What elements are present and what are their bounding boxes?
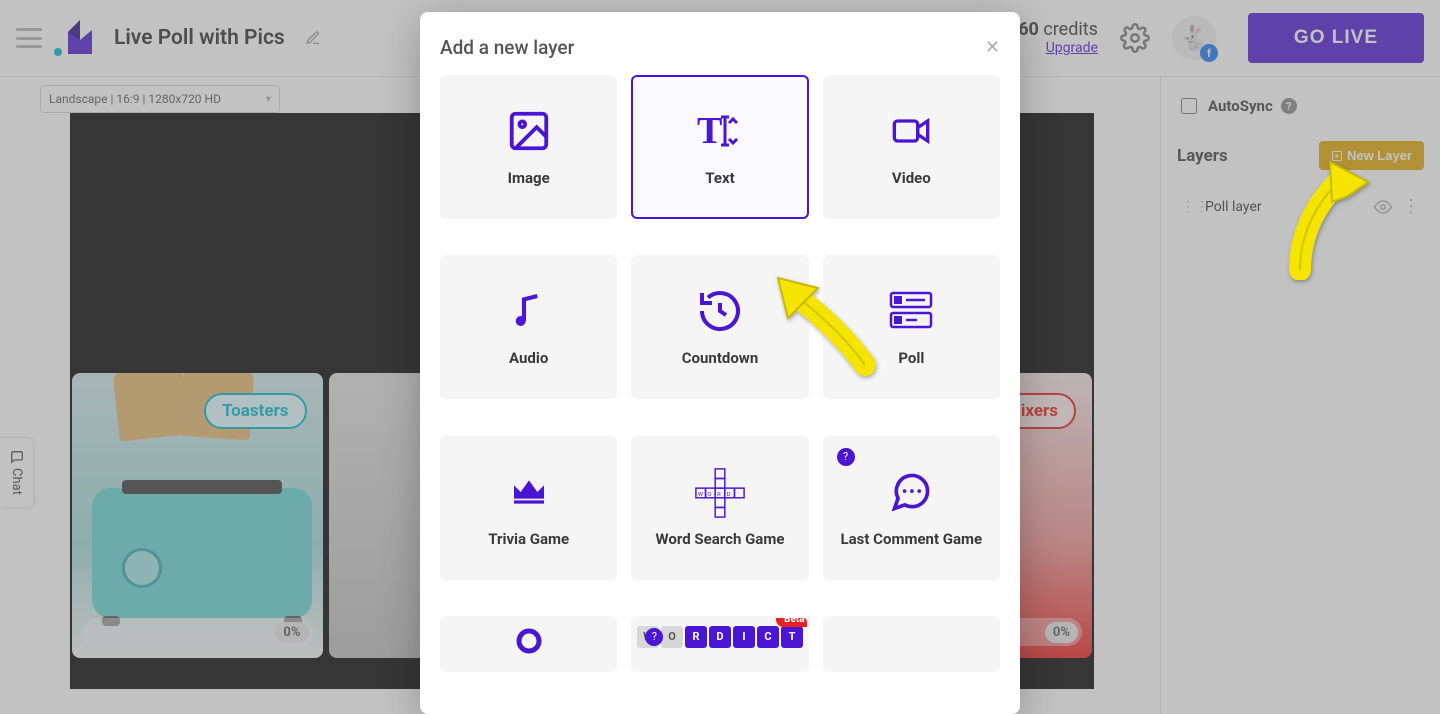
svg-text:W: W <box>698 491 703 497</box>
audio-icon <box>502 287 556 335</box>
modal-close-icon[interactable]: ✕ <box>985 37 1000 58</box>
tile-partial-1[interactable] <box>440 616 617 672</box>
countdown-icon <box>693 287 747 335</box>
tile-label: Word Search Game <box>656 530 785 548</box>
tile-text[interactable]: T Text <box>631 75 808 219</box>
poll-icon <box>884 287 938 335</box>
tile-word-search-game[interactable]: WORD Word Search Game <box>631 436 808 580</box>
text-icon: T <box>693 107 747 155</box>
tile-last-comment-game[interactable]: ? Last Comment Game <box>823 436 1000 580</box>
tile-label: Video <box>892 169 931 187</box>
crown-icon <box>502 468 556 516</box>
tile-label: Text <box>705 169 734 187</box>
tile-audio[interactable]: Audio <box>440 255 617 399</box>
tile-poll[interactable]: Poll <box>823 255 1000 399</box>
tile-label: Image <box>508 169 550 187</box>
tile-partial-3[interactable] <box>823 616 1000 672</box>
tile-wordict[interactable]: ? Beta W O R D I C T <box>631 616 808 672</box>
comment-icon <box>884 468 938 516</box>
tile-label: Poll <box>898 349 924 367</box>
svg-text:D: D <box>727 491 731 497</box>
help-badge-icon[interactable]: ? <box>645 628 663 646</box>
svg-text:O: O <box>707 491 711 497</box>
add-layer-modal: Add a new layer ✕ Image T Text Video <box>420 12 1020 714</box>
image-icon <box>502 107 556 155</box>
modal-title: Add a new layer <box>440 36 574 59</box>
tile-trivia-game[interactable]: Trivia Game <box>440 436 617 580</box>
tile-video[interactable]: Video <box>823 75 1000 219</box>
beta-badge: Beta <box>776 616 809 627</box>
layer-type-grid: Image T Text Video Audio Countdown <box>440 75 1000 714</box>
tile-label: Last Comment Game <box>841 530 983 548</box>
crossword-icon: WORD <box>693 468 747 516</box>
tile-countdown[interactable]: Countdown <box>631 255 808 399</box>
svg-text:R: R <box>717 491 721 497</box>
tile-label: Audio <box>509 349 548 367</box>
help-badge-icon[interactable]: ? <box>837 448 855 466</box>
tile-label: Trivia Game <box>488 530 569 548</box>
video-icon <box>884 107 938 155</box>
circle-icon <box>502 626 556 656</box>
tile-image[interactable]: Image <box>440 75 617 219</box>
svg-text:T: T <box>697 110 722 152</box>
tile-label: Countdown <box>682 349 759 367</box>
modal-header: Add a new layer ✕ <box>440 36 1000 59</box>
